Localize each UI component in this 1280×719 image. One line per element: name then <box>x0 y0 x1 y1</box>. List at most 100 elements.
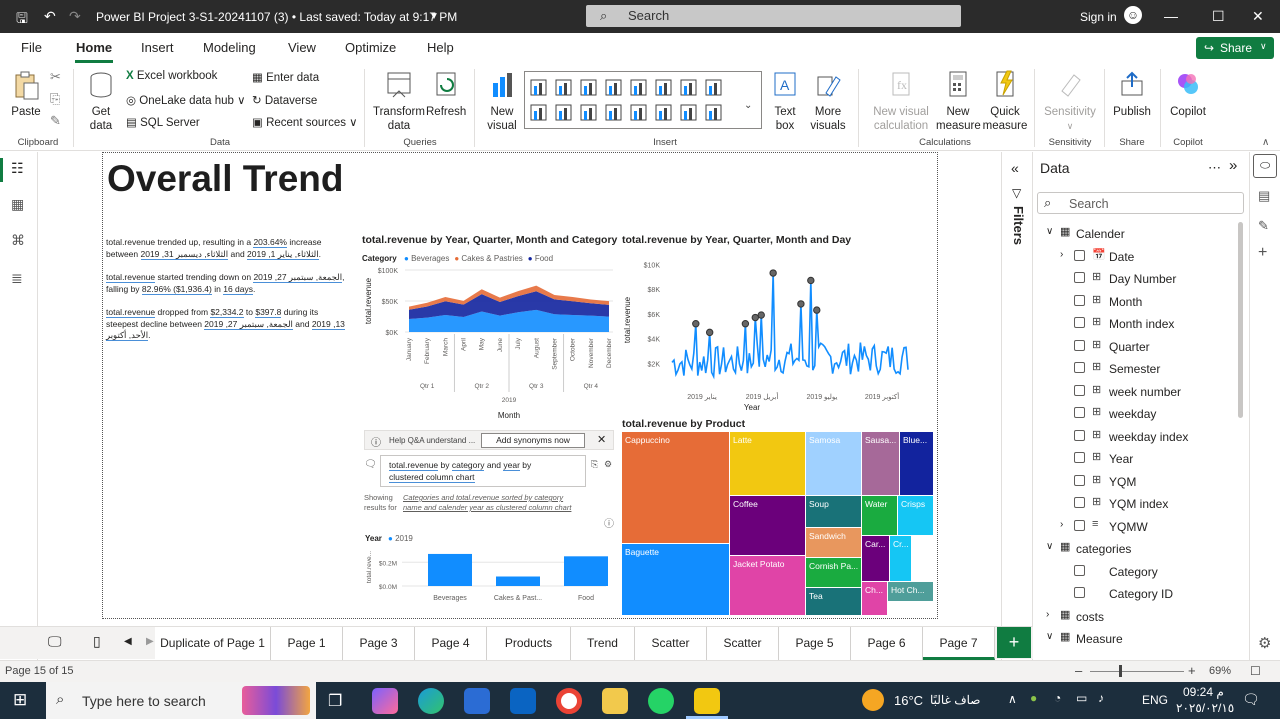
field-date[interactable]: › 📅 Date <box>1034 246 1244 268</box>
legend-item-0[interactable]: ● Beverages <box>404 254 449 263</box>
add-page-button[interactable]: + <box>997 627 1031 658</box>
volume-icon[interactable]: ♪ <box>1098 691 1104 705</box>
anomaly-marker[interactable] <box>807 276 815 285</box>
legend-item-2[interactable]: ● Food <box>528 254 553 263</box>
close-icon[interactable]: ✕ <box>597 433 606 446</box>
tab-file[interactable]: File <box>21 40 42 55</box>
anomaly-marker[interactable] <box>705 328 714 337</box>
field-checkbox[interactable] <box>1074 339 1085 351</box>
model-view-icon[interactable]: ⌘ <box>11 232 25 249</box>
cut-icon[interactable]: ✂ <box>50 69 61 85</box>
stacked-bar-visual-icon[interactable] <box>530 79 547 96</box>
treemap-tile[interactable]: Jacket Potato <box>730 556 806 616</box>
new-visual-calculation-button[interactable]: fx New visual calculation <box>866 69 936 133</box>
data-search-input[interactable]: ⌕ Search <box>1037 192 1244 214</box>
fit-to-page-icon[interactable]: ☐ <box>1250 664 1261 678</box>
treemap-tile[interactable]: Samosa <box>806 432 862 496</box>
close-icon[interactable]: ✕ <box>1252 8 1264 25</box>
tab-view[interactable]: View <box>288 40 316 55</box>
copilot-app-icon[interactable] <box>372 688 398 714</box>
chevron-up-icon[interactable]: ∧ <box>1008 692 1017 706</box>
gear-icon[interactable]: ⚙ <box>604 459 612 470</box>
scrollbar[interactable] <box>1238 222 1243 418</box>
treemap-tile[interactable]: Sausa... <box>862 432 900 496</box>
treemap-tile[interactable]: Cr... <box>890 536 912 582</box>
field-category[interactable]: Category <box>1034 561 1244 583</box>
treemap-tile[interactable]: Blue... <box>900 432 934 496</box>
field-checkbox[interactable] <box>1074 474 1085 486</box>
tab-help[interactable]: Help <box>427 40 454 55</box>
task-view-icon[interactable]: ❐ <box>328 691 342 711</box>
stacked-column-visual-icon[interactable] <box>580 79 597 96</box>
zoom-out-icon[interactable]: – <box>1075 663 1082 678</box>
new-visual-button[interactable]: New visual <box>482 69 522 133</box>
treemap-tile[interactable]: Ch... <box>862 582 888 616</box>
anomaly-marker[interactable] <box>813 306 821 314</box>
tab-optimize[interactable]: Optimize <box>345 40 396 55</box>
field-checkbox[interactable] <box>1074 317 1085 328</box>
field-checkbox[interactable] <box>1074 384 1085 396</box>
tab-insert[interactable]: Insert <box>141 40 174 55</box>
build-visual-icon[interactable]: ✎ <box>1258 218 1269 234</box>
filters-pane-collapsed[interactable]: « ▽ Filters <box>1001 152 1033 660</box>
page-tab[interactable]: Page 1 <box>271 627 343 660</box>
table-view-icon[interactable]: ▦ <box>11 196 24 213</box>
wifi-icon[interactable]: ◔ <box>1054 691 1061 705</box>
treemap[interactable]: Cappuccino Baguette Latte Coffee Jacket Pota… <box>622 432 934 616</box>
field-checkbox[interactable] <box>1074 497 1085 508</box>
field-checkbox[interactable] <box>1074 249 1085 261</box>
copilot-button[interactable]: Copilot <box>1166 69 1210 119</box>
column-visual-icon[interactable] <box>605 79 622 96</box>
windows-start-icon[interactable]: ⊞ <box>13 690 27 710</box>
field-checkbox[interactable] <box>1074 519 1085 531</box>
title-dropdown-icon[interactable]: ▼ <box>429 11 439 22</box>
zoom-slider-thumb[interactable] <box>1119 665 1122 677</box>
field-checkbox[interactable] <box>1074 564 1085 576</box>
dax-query-icon[interactable]: ≣ <box>11 270 23 287</box>
data-pane-toggle[interactable]: ⬭ <box>1253 154 1277 178</box>
qa-bar-chart[interactable]: $0.0M $0.2M Beverages Cakes & Past... Food to… <box>362 544 614 608</box>
ribbon-chart-visual-icon[interactable] <box>630 79 647 96</box>
treemap-tile[interactable]: Water <box>862 496 898 536</box>
language-indicator[interactable]: ENG <box>1142 693 1168 707</box>
onelake-button[interactable]: ◎ OneLake data hub ∨ <box>126 93 246 107</box>
field-semester[interactable]: ⊞ Semester <box>1034 358 1244 380</box>
table-visual-icon[interactable] <box>680 104 697 121</box>
visual-gallery[interactable]: ⌄ <box>524 71 762 129</box>
table-categories[interactable]: ∨ ▦ categories <box>1034 538 1244 560</box>
info-icon[interactable]: ⓘ <box>604 515 614 530</box>
field-yqm-index[interactable]: ⊞ YQM index <box>1034 493 1244 515</box>
field-checkbox[interactable] <box>1074 294 1085 306</box>
paste-button[interactable]: Paste <box>10 69 42 119</box>
donut-chart-visual-icon[interactable] <box>555 104 572 121</box>
treemap-tile[interactable]: Soup <box>806 496 862 528</box>
page-tab[interactable]: Trend <box>571 627 635 660</box>
zoom-in-icon[interactable]: + <box>1188 663 1196 678</box>
copy-icon[interactable]: ⎘ <box>591 459 598 470</box>
zoom-slider[interactable] <box>1090 671 1184 672</box>
more-visuals-button[interactable]: More visuals <box>806 69 850 133</box>
share-button[interactable]: ↪ Share ∨ <box>1196 37 1274 59</box>
page-tab[interactable]: Duplicate of Page 1 <box>155 627 271 660</box>
anomaly-marker[interactable] <box>797 300 805 308</box>
quick-measure-button[interactable]: Quick measure <box>982 69 1028 133</box>
matrix-visual-icon[interactable] <box>705 104 722 121</box>
anomaly-marker[interactable] <box>692 320 700 328</box>
treemap-tile[interactable]: Cornish Pa... <box>806 558 862 588</box>
store-app-icon[interactable] <box>464 688 490 714</box>
redo-icon[interactable]: ↷ <box>69 8 81 25</box>
gallery-expand-icon[interactable]: ⌄ <box>744 100 752 111</box>
field-checkbox[interactable] <box>1074 362 1085 373</box>
add-icon[interactable]: + <box>1258 244 1267 262</box>
qa-question-input[interactable]: total.revenue by category and year by clu… <box>380 455 586 487</box>
field-checkbox[interactable] <box>1074 272 1085 283</box>
collapse-ribbon-icon[interactable]: ∧ <box>1262 137 1269 148</box>
more-options-icon[interactable]: ⋯ <box>1208 160 1221 176</box>
treemap-tile[interactable]: Hot Ch... <box>888 582 934 602</box>
treemap-tile[interactable]: Car... <box>862 536 890 582</box>
maximize-icon[interactable]: ☐ <box>1212 8 1225 25</box>
page-tab[interactable]: Page 6 <box>851 627 923 660</box>
field-year[interactable]: ⊞ Year <box>1034 448 1244 470</box>
file-explorer-icon[interactable] <box>602 688 628 714</box>
format-painter-icon[interactable]: ✎ <box>50 113 61 129</box>
